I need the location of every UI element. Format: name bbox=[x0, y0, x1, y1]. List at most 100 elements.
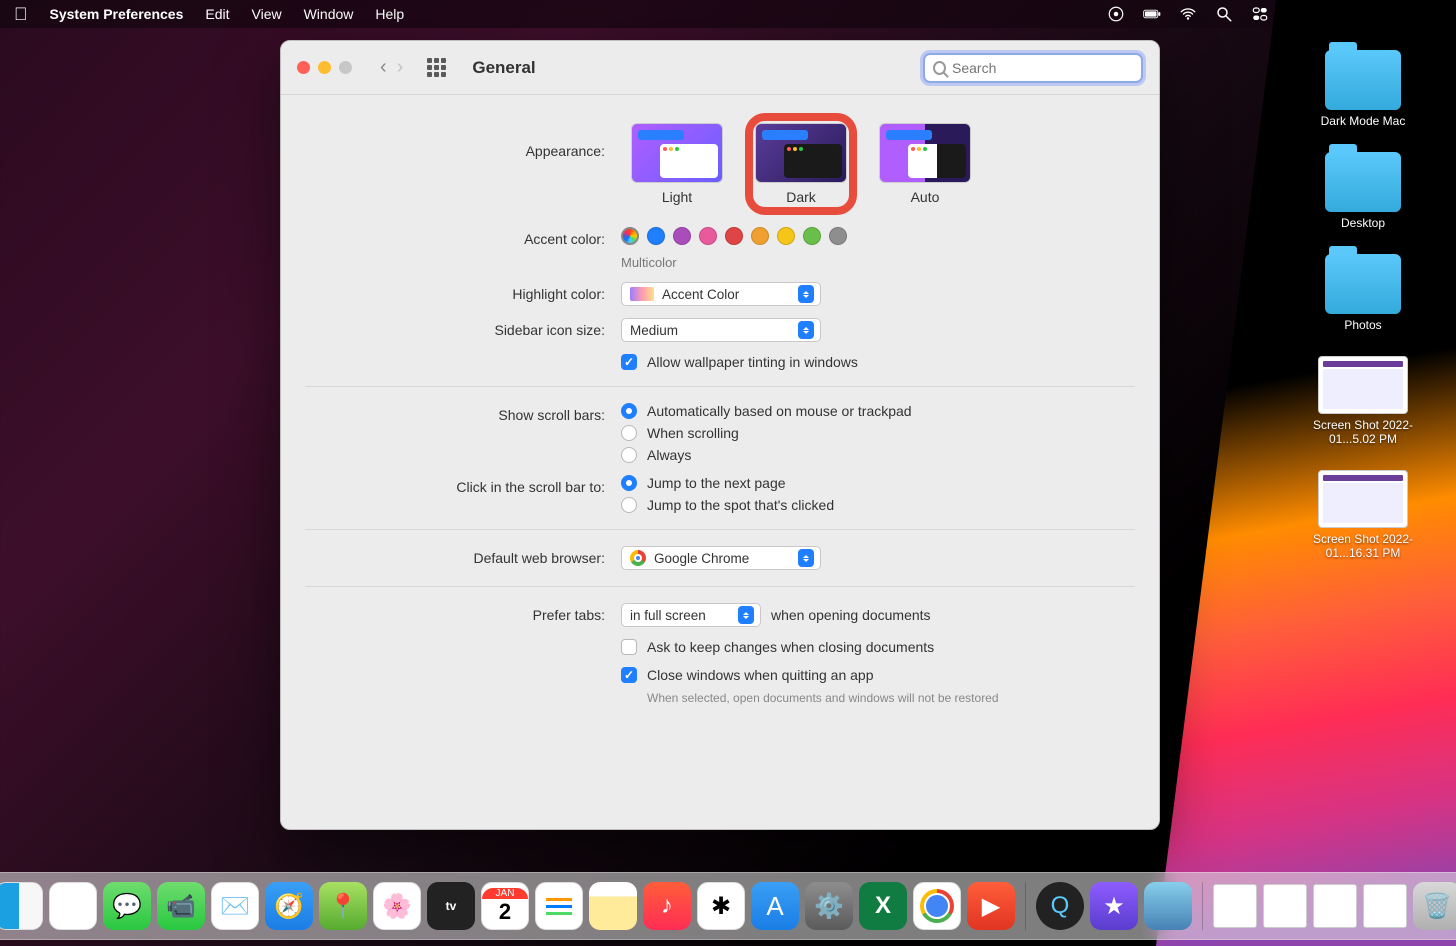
scrollbars-scrolling-radio[interactable] bbox=[621, 425, 637, 441]
search-field[interactable] bbox=[923, 53, 1143, 83]
accent-red[interactable] bbox=[725, 227, 743, 245]
dock-photos[interactable]: 🌸 bbox=[373, 882, 421, 930]
search-icon bbox=[933, 61, 946, 75]
dock-systemprefs[interactable]: ⚙️ bbox=[805, 882, 853, 930]
dock-notes[interactable] bbox=[589, 882, 637, 930]
dock-launchpad[interactable] bbox=[49, 882, 97, 930]
divider bbox=[305, 386, 1135, 387]
browser-label: Default web browser: bbox=[305, 546, 605, 566]
preferences-content: Appearance: Light Dark Auto bbox=[281, 95, 1159, 829]
desktop-icons: Dark Mode Mac Desktop Photos Screen Shot… bbox=[1288, 50, 1438, 560]
accent-green[interactable] bbox=[803, 227, 821, 245]
wifi-icon[interactable] bbox=[1179, 5, 1197, 23]
dock-separator bbox=[1025, 882, 1026, 930]
dock-slack[interactable]: ✱ bbox=[697, 882, 745, 930]
appearance-dark[interactable]: Dark bbox=[745, 113, 857, 215]
ask-save-label: Ask to keep changes when closing documen… bbox=[647, 639, 934, 655]
sidebar-size-select[interactable]: Medium bbox=[621, 318, 821, 342]
dock-minimized-2[interactable] bbox=[1263, 884, 1307, 928]
accent-multicolor[interactable] bbox=[621, 227, 639, 245]
spotlight-icon[interactable] bbox=[1215, 5, 1233, 23]
dock-maps[interactable]: 📍 bbox=[319, 882, 367, 930]
system-preferences-window: ‹ › General Appearance: Light bbox=[280, 40, 1160, 830]
dock-messages[interactable]: 💬 bbox=[103, 882, 151, 930]
menu-bar: 􀣺 System Preferences Edit View Window He… bbox=[0, 0, 1456, 28]
folder-photos[interactable]: Photos bbox=[1293, 254, 1433, 332]
dock-facetime[interactable]: 📹 bbox=[157, 882, 205, 930]
dock-minimized-1[interactable] bbox=[1213, 884, 1257, 928]
highlight-select[interactable]: Accent Color bbox=[621, 282, 821, 306]
tinting-label: Allow wallpaper tinting in windows bbox=[647, 354, 858, 370]
tabs-label: Prefer tabs: bbox=[305, 603, 605, 623]
dock-preview[interactable] bbox=[1144, 882, 1192, 930]
zoom-button[interactable] bbox=[339, 61, 352, 74]
menu-edit[interactable]: Edit bbox=[205, 6, 229, 22]
ask-save-checkbox[interactable]: ✓ bbox=[621, 639, 637, 655]
screenshot-file-1[interactable]: Screen Shot 2022-01...5.02 PM bbox=[1293, 356, 1433, 446]
folder-dark-mode-mac[interactable]: Dark Mode Mac bbox=[1293, 50, 1433, 128]
search-input[interactable] bbox=[952, 60, 1133, 76]
dock-trash[interactable]: 🗑️ bbox=[1413, 882, 1456, 930]
dock-chrome[interactable] bbox=[913, 882, 961, 930]
app-menu[interactable]: System Preferences bbox=[50, 6, 184, 22]
dock-finder[interactable] bbox=[0, 882, 43, 930]
close-windows-checkbox[interactable]: ✓ bbox=[621, 667, 637, 683]
window-titlebar[interactable]: ‹ › General bbox=[281, 41, 1159, 95]
scrollclick-spot-radio[interactable] bbox=[621, 497, 637, 513]
menu-help[interactable]: Help bbox=[375, 6, 404, 22]
chrome-icon bbox=[630, 550, 646, 566]
dock-calendar[interactable]: JAN2 bbox=[481, 882, 529, 930]
dock-safari[interactable]: 🧭 bbox=[265, 882, 313, 930]
accent-purple[interactable] bbox=[673, 227, 691, 245]
dock-imovie[interactable]: ★ bbox=[1090, 882, 1138, 930]
dock-separator bbox=[1202, 882, 1203, 930]
dock-quicktime[interactable]: Q bbox=[1036, 882, 1084, 930]
apple-menu-icon[interactable]: 􀣺 bbox=[14, 4, 28, 25]
tabs-suffix: when opening documents bbox=[771, 607, 931, 623]
close-windows-hint: When selected, open documents and window… bbox=[647, 691, 1135, 705]
scrollbars-auto-radio[interactable] bbox=[621, 403, 637, 419]
dock-appletv[interactable]: tv bbox=[427, 882, 475, 930]
accent-pink[interactable] bbox=[699, 227, 717, 245]
dock-mail[interactable]: ✉️ bbox=[211, 882, 259, 930]
screenshot-file-2[interactable]: Screen Shot 2022-01...16.31 PM bbox=[1293, 470, 1433, 560]
appearance-light[interactable]: Light bbox=[621, 113, 733, 215]
dock-appstore[interactable]: A bbox=[751, 882, 799, 930]
tabs-select[interactable]: in full screen bbox=[621, 603, 761, 627]
dock-music[interactable]: ♪ bbox=[643, 882, 691, 930]
highlight-label: Highlight color: bbox=[305, 282, 605, 302]
sidebar-size-label: Sidebar icon size: bbox=[305, 318, 605, 338]
scrollbars-label: Show scroll bars: bbox=[305, 403, 605, 423]
menu-window[interactable]: Window bbox=[304, 6, 354, 22]
browser-select[interactable]: Google Chrome bbox=[621, 546, 821, 570]
scrollclick-label: Click in the scroll bar to: bbox=[305, 475, 605, 495]
accent-blue[interactable] bbox=[647, 227, 665, 245]
appearance-auto[interactable]: Auto bbox=[869, 113, 981, 215]
menu-view[interactable]: View bbox=[252, 6, 282, 22]
divider bbox=[305, 529, 1135, 530]
dock-minimized-3[interactable] bbox=[1313, 884, 1357, 928]
accent-yellow[interactable] bbox=[777, 227, 795, 245]
minimize-button[interactable] bbox=[318, 61, 331, 74]
divider bbox=[305, 586, 1135, 587]
accent-graphite[interactable] bbox=[829, 227, 847, 245]
dock-snagit[interactable]: ▶ bbox=[967, 882, 1015, 930]
scrollbars-always-radio[interactable] bbox=[621, 447, 637, 463]
scrollclick-page-radio[interactable] bbox=[621, 475, 637, 491]
battery-icon[interactable] bbox=[1143, 5, 1161, 23]
control-center-icon[interactable] bbox=[1251, 5, 1269, 23]
tinting-checkbox[interactable]: ✓ bbox=[621, 354, 637, 370]
close-button[interactable] bbox=[297, 61, 310, 74]
forward-button: › bbox=[397, 56, 404, 79]
dock-reminders[interactable] bbox=[535, 882, 583, 930]
appearance-label: Appearance: bbox=[305, 113, 605, 159]
accent-orange[interactable] bbox=[751, 227, 769, 245]
folder-desktop[interactable]: Desktop bbox=[1293, 152, 1433, 230]
dock: 💬 📹 ✉️ 🧭 📍 🌸 tv JAN2 ♪ ✱ A ⚙️ X ▶ Q ★ 🗑️ bbox=[0, 872, 1456, 940]
close-windows-label: Close windows when quitting an app bbox=[647, 667, 873, 683]
dock-minimized-4[interactable] bbox=[1363, 884, 1407, 928]
dock-excel[interactable]: X bbox=[859, 882, 907, 930]
screenrecord-icon[interactable] bbox=[1107, 5, 1125, 23]
show-all-button[interactable] bbox=[427, 58, 446, 77]
back-button[interactable]: ‹ bbox=[380, 56, 387, 79]
